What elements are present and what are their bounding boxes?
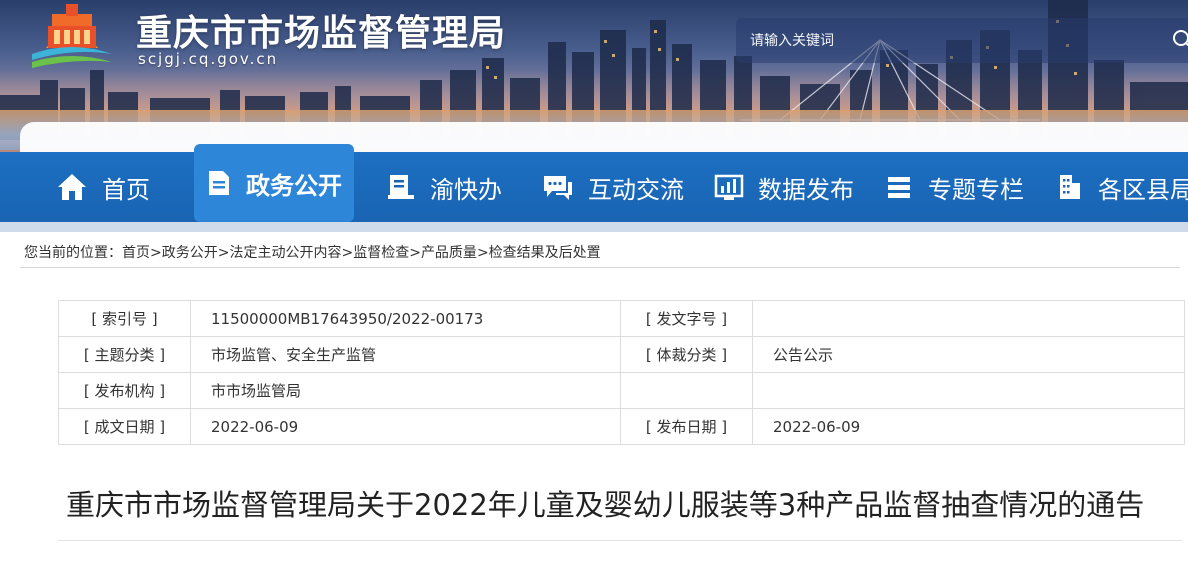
chart-icon xyxy=(714,174,744,200)
document-icon xyxy=(209,171,229,195)
nav-label-data-release: 数据发布 xyxy=(758,175,854,204)
breadcrumb-separator: > xyxy=(217,245,230,261)
issuer-label: [ 发布机构 ] xyxy=(58,372,191,409)
search-icon[interactable] xyxy=(1172,29,1188,49)
empty-cell xyxy=(752,372,1185,409)
nav-item-interaction[interactable]: 互动交流 xyxy=(542,152,684,222)
chat-icon xyxy=(544,176,572,200)
published-date-value: 2022-06-09 xyxy=(752,408,1185,445)
search-input[interactable] xyxy=(750,30,1150,52)
breadcrumb-separator: > xyxy=(409,245,421,261)
breadcrumb: 您当前的位置：首页>政务公开>法定主动公开内容>监督检查>产品质量>检查结果及后… xyxy=(24,242,601,262)
title-divider xyxy=(58,540,1182,541)
site-domain: scjgj.cq.gov.cn xyxy=(138,50,279,68)
doc-no-value xyxy=(752,300,1185,337)
breadcrumb-item-government-affairs[interactable]: 政务公开 xyxy=(162,245,218,261)
header-banner: 重庆市市场监督管理局 scjgj.cq.gov.cn 首页 政务公开 xyxy=(0,0,1188,232)
table-row: [ 主题分类 ] 市场监管、安全生产监管 [ 体裁分类 ] 公告公示 xyxy=(58,336,1185,373)
breadcrumb-item-statutory-disclosure[interactable]: 法定主动公开内容 xyxy=(229,245,341,261)
topic-label: [ 主题分类 ] xyxy=(58,336,191,373)
nav-label-district-bureaus: 各区县局 xyxy=(1098,175,1188,204)
stack-icon xyxy=(888,177,910,198)
written-date-label: [ 成文日期 ] xyxy=(58,408,191,445)
nav-item-home[interactable]: 首页 xyxy=(56,152,150,222)
breadcrumb-item-home[interactable]: 首页 xyxy=(122,245,150,261)
nav-label-yukuaiban: 渝快办 xyxy=(430,175,502,204)
breadcrumb-separator: > xyxy=(341,245,354,261)
nav-label-interaction: 互动交流 xyxy=(588,175,684,204)
nav-label-special-topics: 专题专栏 xyxy=(928,175,1024,204)
nav-item-special-topics[interactable]: 专题专栏 xyxy=(884,152,1024,222)
doc-no-label: [ 发文字号 ] xyxy=(620,300,753,337)
nav-item-yukuaiban[interactable]: 渝快办 xyxy=(386,152,502,222)
issuer-value: 市市场监管局 xyxy=(190,372,621,409)
search-box xyxy=(736,18,1188,63)
written-date-value: 2022-06-09 xyxy=(190,408,621,445)
index-no-label: [ 索引号 ] xyxy=(58,300,191,337)
nav-under xyxy=(0,222,1188,232)
table-row: [ 发布机构 ] 市市场监管局 xyxy=(58,372,1185,409)
nav-label-home: 首页 xyxy=(102,175,150,204)
topic-value: 市场监管、安全生产监管 xyxy=(190,336,621,373)
service-icon xyxy=(388,175,414,199)
main-nav: 首页 政务公开 渝快办 互动交流 数据发布 专题专栏 各区县局 xyxy=(0,122,1188,232)
genre-value: 公告公示 xyxy=(752,336,1185,373)
site-title[interactable]: 重庆市市场监督管理局 xyxy=(136,4,506,56)
genre-label: [ 体裁分类 ] xyxy=(620,336,753,373)
table-row: [ 索引号 ] 11500000MB17643950/2022-00173 [ … xyxy=(58,300,1185,337)
site-logo[interactable] xyxy=(26,4,118,74)
breadcrumb-item-inspection-results[interactable]: 检查结果及后处置 xyxy=(489,245,601,261)
breadcrumb-divider xyxy=(20,267,1180,268)
nav-item-government-affairs[interactable]: 政务公开 xyxy=(194,144,354,222)
nav-item-district-bureaus[interactable]: 各区县局 xyxy=(1054,152,1188,222)
index-no-value: 11500000MB17643950/2022-00173 xyxy=(190,300,621,337)
table-row: [ 成文日期 ] 2022-06-09 [ 发布日期 ] 2022-06-09 xyxy=(58,408,1185,445)
breadcrumb-item-supervision-inspection[interactable]: 监督检查 xyxy=(353,245,409,261)
document-title: 重庆市市场监督管理局关于2022年儿童及婴幼儿服装等3种产品监督抽查情况的通告 xyxy=(66,488,1145,522)
document-info-table: [ 索引号 ] 11500000MB17643950/2022-00173 [ … xyxy=(58,300,1185,445)
home-icon xyxy=(58,174,86,200)
published-date-label: [ 发布日期 ] xyxy=(620,408,753,445)
breadcrumb-separator: > xyxy=(150,245,162,261)
empty-cell xyxy=(620,372,753,409)
breadcrumb-separator: > xyxy=(476,245,489,261)
nav-item-data-release[interactable]: 数据发布 xyxy=(714,152,854,222)
breadcrumb-item-product-quality[interactable]: 产品质量 xyxy=(421,245,477,261)
building-icon xyxy=(1060,175,1080,199)
nav-label-government-affairs: 政务公开 xyxy=(246,171,342,200)
breadcrumb-prefix: 您当前的位置： xyxy=(24,245,122,261)
